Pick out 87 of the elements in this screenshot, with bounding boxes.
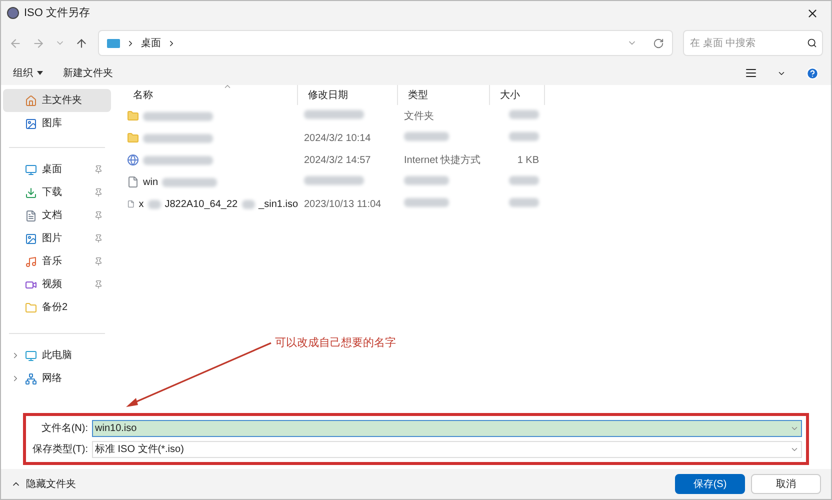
cancel-button[interactable]: 取消	[751, 474, 821, 494]
folder-icon	[127, 110, 139, 122]
computer-icon	[25, 350, 37, 362]
blurred-text	[304, 176, 364, 184]
column-header[interactable]: 大小	[490, 85, 545, 105]
blurred-text	[509, 198, 539, 206]
sidebar-item[interactable]: 此电脑	[3, 344, 111, 367]
field-label: 文件名(N):	[40, 422, 88, 436]
search-field[interactable]: 在 桌面 中搜索	[683, 30, 823, 56]
back-icon[interactable]	[9, 36, 22, 50]
download-icon	[25, 186, 37, 198]
gallery-icon	[25, 118, 37, 130]
file-icon	[127, 198, 135, 210]
blurred-text	[404, 198, 449, 206]
field-label: 保存类型(T):	[31, 442, 88, 457]
blurred-text	[143, 134, 213, 142]
breadcrumb[interactable]: 桌面	[141, 36, 161, 50]
sidebar-item[interactable]: 音乐	[3, 250, 111, 273]
view-icon[interactable]	[745, 67, 757, 79]
sidebar-item[interactable]: 主文件夹	[3, 89, 111, 112]
blurred-text	[148, 200, 161, 208]
blurred-text	[242, 200, 255, 208]
file-icon	[127, 176, 139, 188]
blurred-text	[404, 176, 449, 184]
save-button[interactable]: 保存(S)	[675, 474, 745, 494]
file-name: _sin1.iso	[258, 198, 298, 212]
chevron-icon	[167, 38, 176, 48]
file-name: J822A10_64_22	[164, 198, 238, 212]
refresh-icon[interactable]	[653, 38, 664, 48]
size-cell: 1 KB	[517, 154, 539, 166]
date-cell: 2023/10/13 11:04	[304, 198, 382, 210]
caret-icon	[37, 71, 43, 75]
chevron-icon	[126, 38, 135, 48]
sidebar-item[interactable]: 下载	[3, 181, 111, 204]
blurred-text	[509, 132, 539, 140]
document-icon	[25, 210, 37, 222]
type-cell: Internet 快捷方式	[404, 154, 481, 166]
sidebar-item[interactable]: 文档	[3, 204, 111, 227]
file-name: x	[138, 198, 144, 212]
help-icon[interactable]	[806, 66, 819, 80]
organize-menu[interactable]: 组织	[13, 66, 43, 80]
hide-folders-toggle[interactable]: 隐藏文件夹	[11, 476, 76, 492]
address-bar[interactable]: 桌面	[98, 30, 673, 56]
forward-icon[interactable]	[32, 36, 45, 50]
sidebar-item[interactable]: 备份2	[3, 296, 111, 319]
sort-icon	[223, 82, 232, 91]
up-icon[interactable]	[75, 36, 88, 50]
expand-icon[interactable]	[11, 351, 20, 360]
network-icon	[25, 372, 37, 384]
sidebar-item[interactable]: 图库	[3, 112, 111, 135]
folder-icon	[25, 302, 37, 314]
date-cell: 2024/3/2 10:14	[304, 132, 371, 144]
desktop-icon	[25, 164, 37, 176]
close-icon	[806, 6, 819, 20]
desktop-icon	[107, 38, 120, 48]
expand-icon[interactable]	[11, 374, 20, 383]
dropdown-icon	[790, 445, 799, 454]
blurred-text	[162, 178, 218, 186]
sidebar-item[interactable]: 网络	[3, 367, 111, 390]
picture-icon	[25, 232, 37, 244]
new-folder-button[interactable]: 新建文件夹	[63, 66, 113, 80]
blurred-text	[509, 176, 539, 184]
filename-field[interactable]: win10.iso	[92, 420, 802, 437]
blurred-text	[509, 110, 539, 118]
sidebar-item[interactable]: 图片	[3, 227, 111, 250]
blurred-text	[404, 132, 449, 140]
dropdown-icon[interactable]	[790, 424, 799, 433]
folder-icon	[127, 132, 139, 144]
column-header[interactable]: 类型	[398, 85, 490, 105]
column-header[interactable]: 修改日期	[298, 85, 398, 105]
type-cell: 文件夹	[404, 110, 434, 122]
date-cell: 2024/3/2 14:57	[304, 154, 371, 166]
annotation-text: 可以改成自己想要的名字	[275, 336, 396, 351]
search-icon	[807, 38, 817, 48]
column-header[interactable]: 名称	[123, 85, 298, 105]
video-icon	[25, 278, 37, 290]
music-icon	[25, 256, 37, 268]
sidebar-item[interactable]: 视频	[3, 273, 111, 296]
file-name: win	[143, 176, 158, 190]
shortcut-icon	[127, 154, 139, 166]
sidebar-item[interactable]: 桌面	[3, 158, 111, 181]
blurred-text	[143, 156, 213, 164]
window-title: ISO 文件另存	[24, 6, 90, 21]
blurred-text	[143, 112, 213, 120]
blurred-text	[304, 110, 364, 118]
home-icon	[25, 94, 37, 106]
file-type-dropdown[interactable]: 标准 ISO 文件(*.iso)	[92, 441, 802, 458]
